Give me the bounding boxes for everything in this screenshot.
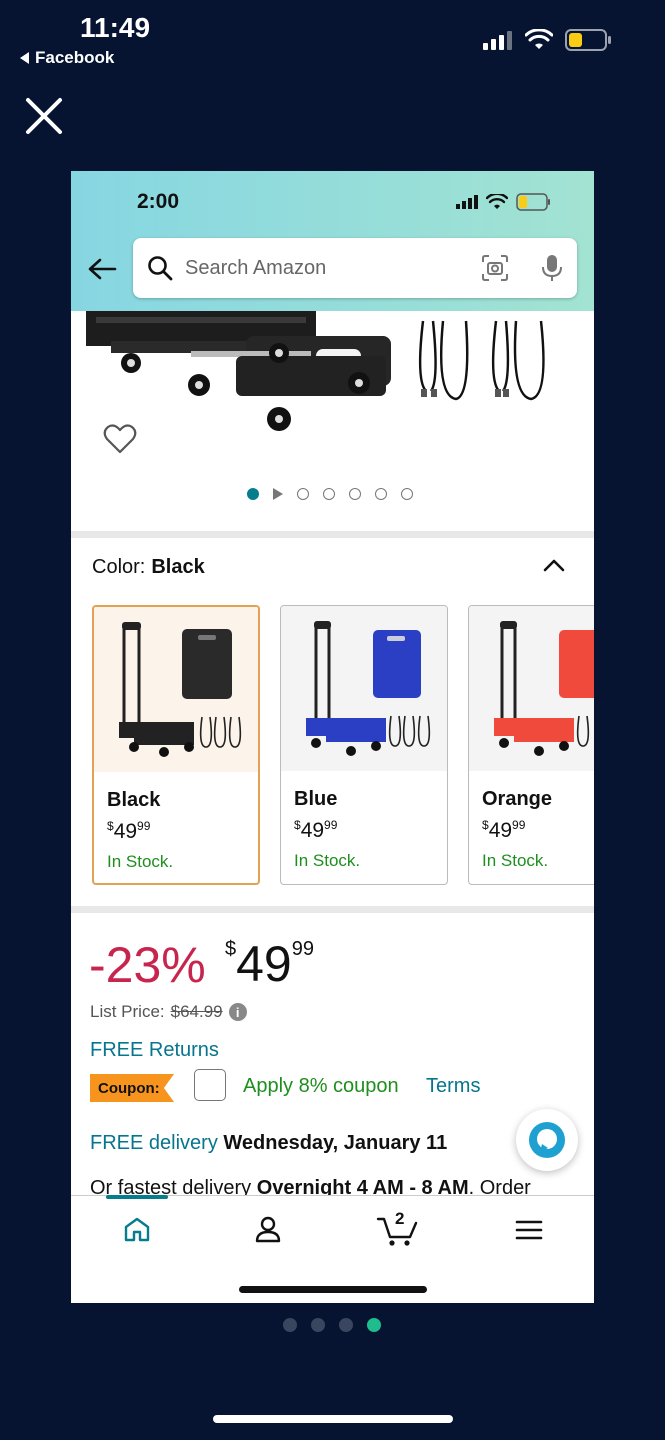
coupon-terms-link[interactable]: Terms (426, 1075, 480, 1098)
swatch-stock: In Stock. (107, 852, 174, 871)
menu-icon[interactable] (515, 1219, 543, 1241)
inner-home-indicator (239, 1286, 427, 1293)
active-tab-indicator (106, 1195, 168, 1199)
discount-percent: -23% (89, 937, 206, 993)
coupon-badge: Coupon: (90, 1074, 174, 1102)
video-play-icon[interactable] (273, 488, 283, 500)
battery-icon (565, 29, 611, 51)
color-selector-label: Color: Black (92, 556, 205, 579)
image-dot[interactable] (375, 488, 387, 500)
story-dot-active (367, 1318, 381, 1332)
search-icon (148, 256, 173, 281)
image-dot[interactable] (349, 488, 361, 500)
camera-scan-icon[interactable] (481, 254, 509, 282)
swatch-stock: In Stock. (294, 851, 361, 870)
cellular-signal-icon (483, 31, 512, 50)
list-price-value: $64.99 (170, 1002, 223, 1021)
list-price-label: List Price: (90, 1002, 165, 1021)
image-dot[interactable] (297, 488, 309, 500)
image-dot-active[interactable] (247, 488, 259, 500)
search-bar[interactable]: Search Amazon (133, 238, 577, 298)
delivery-date: Wednesday, January 11 (223, 1132, 448, 1154)
color-swatch-blue[interactable]: Blue $4999 In Stock. (280, 605, 448, 885)
swatch-price: $4999 (294, 818, 338, 842)
orange-cart-image (494, 621, 594, 756)
image-dot[interactable] (323, 488, 335, 500)
section-divider (71, 531, 594, 538)
swatch-name: Orange (482, 788, 553, 810)
chevron-up-icon[interactable] (543, 558, 565, 572)
story-dot (283, 1318, 297, 1332)
status-time: 11:49 (80, 12, 151, 43)
swatch-image (469, 606, 594, 771)
story-screenshot: 2:00 Search Amazon Color: Black Black $4… (71, 171, 594, 1303)
back-app-label: Facebook (35, 48, 115, 67)
inner-status-time: 2:00 (137, 190, 180, 213)
color-swatch-orange[interactable]: Orange $4999 In Stock. (468, 605, 594, 885)
section-divider (71, 906, 594, 913)
inner-battery-icon (516, 193, 550, 211)
color-label-text: Color: (92, 556, 146, 578)
cart-button[interactable]: 2 (376, 1209, 420, 1247)
swatch-image (94, 607, 258, 772)
search-placeholder: Search Amazon (185, 256, 327, 279)
image-pagination[interactable] (247, 488, 413, 500)
coupon-checkbox[interactable] (194, 1069, 226, 1101)
info-icon[interactable]: i (228, 1003, 247, 1021)
swatch-stock: In Stock. (482, 851, 549, 870)
story-dot (311, 1318, 325, 1332)
color-value: Black (151, 556, 205, 578)
apply-coupon-text[interactable]: Apply 8% coupon (243, 1075, 399, 1098)
swatch-name: Blue (294, 788, 338, 810)
home-indicator[interactable] (213, 1415, 453, 1423)
back-triangle-icon (20, 52, 29, 64)
swatch-image (281, 606, 447, 771)
wifi-icon (525, 29, 553, 49)
account-icon[interactable] (254, 1215, 282, 1243)
story-pagination (283, 1318, 381, 1332)
current-price: $4999 (225, 936, 314, 992)
story-dot (339, 1318, 353, 1332)
home-icon[interactable] (123, 1216, 151, 1242)
blue-cart-image (306, 621, 431, 756)
alexa-button[interactable] (516, 1109, 578, 1171)
free-delivery-link[interactable]: FREE delivery (90, 1132, 218, 1154)
free-returns-link[interactable]: FREE Returns (90, 1039, 219, 1062)
swatch-price: $4999 (107, 819, 151, 843)
delivery-info: FREE delivery Wednesday, January 11 (90, 1132, 447, 1155)
inner-status-icons (456, 193, 552, 211)
alexa-icon (529, 1122, 565, 1158)
inner-signal-icon (456, 195, 478, 209)
status-icons (483, 28, 613, 52)
inner-wifi-icon (486, 194, 508, 209)
back-to-app-link[interactable]: Facebook (20, 48, 114, 68)
cart-count: 2 (395, 1209, 405, 1228)
image-dot[interactable] (401, 488, 413, 500)
heart-wishlist-icon[interactable] (103, 423, 137, 455)
color-swatch-black[interactable]: Black $4999 In Stock. (92, 605, 260, 885)
black-cart-image (119, 622, 242, 757)
list-price: List Price: $64.99 i (90, 1002, 247, 1022)
back-arrow-icon[interactable] (87, 257, 117, 281)
close-icon[interactable] (24, 96, 64, 136)
microphone-icon[interactable] (541, 253, 563, 283)
swatch-price: $4999 (482, 818, 526, 842)
swatch-name: Black (107, 789, 161, 811)
